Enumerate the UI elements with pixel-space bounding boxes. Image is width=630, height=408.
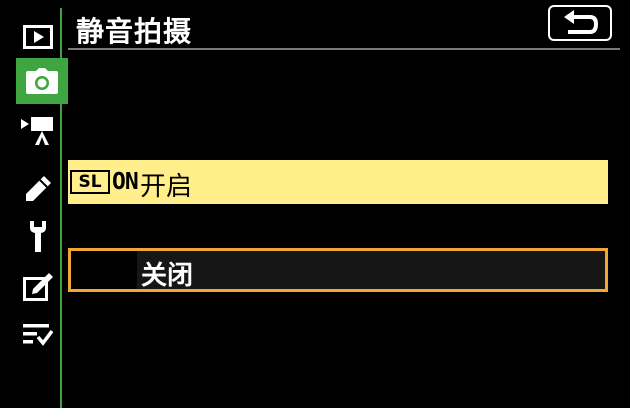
option-icon-slot	[71, 251, 137, 289]
silent-shooting-icon: SL	[70, 170, 110, 194]
camera-icon	[26, 68, 58, 94]
return-arrow-icon	[564, 10, 599, 34]
sidebar-item-custom-settings[interactable]	[12, 166, 64, 212]
sidebar-item-my-menu[interactable]	[12, 312, 64, 358]
sidebar-divider	[60, 8, 62, 408]
option-silent-off[interactable]: 关闭	[68, 248, 608, 292]
option-label-off: 关闭	[141, 261, 194, 291]
wrench-icon	[30, 221, 46, 252]
pencil-icon	[26, 176, 51, 201]
movie-camera-icon	[21, 117, 53, 145]
sidebar-item-setup[interactable]	[12, 214, 64, 260]
page-title: 静音拍摄	[76, 15, 193, 48]
silent-on-badge-text: ON	[112, 169, 139, 195]
option-label-on: 开启	[140, 172, 193, 202]
retouch-icon	[23, 273, 53, 301]
title-divider	[68, 48, 620, 50]
back-button[interactable]	[548, 5, 612, 41]
sidebar-item-movie-shooting[interactable]	[12, 108, 64, 154]
silent-on-badge: SL ON	[70, 169, 139, 195]
option-silent-on[interactable]: SL ON 开启	[68, 160, 608, 204]
my-menu-icon	[23, 324, 53, 346]
playback-icon	[23, 25, 53, 49]
camera-menu-screen: 静音拍摄 SL ON 开启 关闭	[0, 0, 630, 408]
sidebar-item-retouch[interactable]	[12, 264, 64, 310]
sidebar	[8, 8, 68, 408]
sidebar-item-playback[interactable]	[12, 14, 64, 60]
